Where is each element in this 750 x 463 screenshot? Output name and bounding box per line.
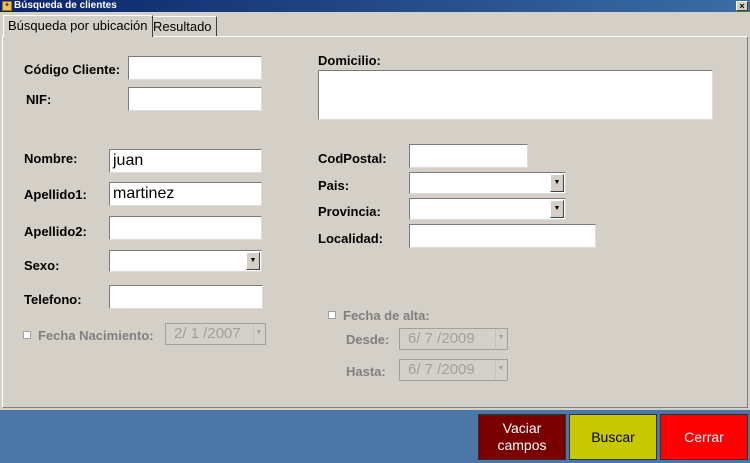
fecha-nacimiento-label: Fecha Nacimiento: <box>38 328 154 343</box>
chevron-down-icon[interactable]: ▼ <box>550 174 564 192</box>
desde-label: Desde: <box>346 332 390 347</box>
provincia-label: Provincia: <box>318 204 381 219</box>
provincia-select[interactable]: ▼ <box>409 198 566 220</box>
chevron-down-icon[interactable]: ▼ <box>495 361 506 379</box>
desde-value: 6/ 7 /2009 <box>408 330 475 347</box>
fecha-alta-label: Fecha de alta: <box>343 308 430 323</box>
chevron-down-icon[interactable]: ▼ <box>246 252 260 270</box>
chevron-down-icon[interactable]: ▼ <box>495 330 506 348</box>
cerrar-button[interactable]: Cerrar <box>660 414 748 460</box>
codigo-cliente-input[interactable] <box>128 56 262 80</box>
codigo-cliente-label: Código Cliente: <box>24 62 121 77</box>
apellido2-input[interactable] <box>109 216 262 240</box>
fecha-nacimiento-value: 2/ 1 /2007 <box>174 325 241 342</box>
sexo-label: Sexo: <box>24 258 60 273</box>
fecha-nacimiento-checkbox[interactable] <box>23 331 31 339</box>
tab-busqueda[interactable]: Búsqueda por ubicación <box>3 15 153 37</box>
buscar-label: Buscar <box>591 428 635 445</box>
nombre-input[interactable]: juan <box>109 149 262 173</box>
codpostal-label: CodPostal: <box>318 151 387 166</box>
fecha-alta-checkbox[interactable] <box>328 311 336 319</box>
vaciar-campos-label: Vaciar campos <box>497 420 547 453</box>
localidad-label: Localidad: <box>318 231 384 246</box>
search-panel: Código Cliente: NIF: Nombre: juan Apelli… <box>2 36 748 408</box>
pais-select[interactable]: ▼ <box>409 172 566 194</box>
hasta-label: Hasta: <box>346 364 386 379</box>
hasta-date-picker[interactable]: 6/ 7 /2009 ▼ <box>399 359 508 381</box>
apellido1-input[interactable]: martinez <box>109 182 262 206</box>
close-window-button[interactable]: × <box>736 1 748 11</box>
desde-date-picker[interactable]: 6/ 7 /2009 ▼ <box>399 328 508 350</box>
dialog-body: Búsqueda por ubicación Resultado Código … <box>0 12 750 410</box>
telefono-input[interactable] <box>109 285 263 309</box>
vaciar-campos-button[interactable]: Vaciar campos <box>478 414 566 460</box>
domicilio-textarea[interactable] <box>318 70 713 120</box>
button-bar: Vaciar campos Buscar Cerrar <box>0 410 750 463</box>
nombre-label: Nombre: <box>24 151 78 166</box>
window-title: Búsqueda de clientes <box>14 0 117 11</box>
telefono-label: Telefono: <box>24 292 82 307</box>
apellido2-label: Apellido2: <box>24 224 87 239</box>
domicilio-label: Domicilio: <box>318 53 381 68</box>
hasta-value: 6/ 7 /2009 <box>408 361 475 378</box>
cerrar-label: Cerrar <box>684 428 724 445</box>
buscar-button[interactable]: Buscar <box>569 414 657 460</box>
codpostal-input[interactable] <box>409 144 528 168</box>
apellido1-label: Apellido1: <box>24 187 87 202</box>
fecha-nacimiento-picker[interactable]: 2/ 1 /2007 ▼ <box>165 323 266 345</box>
nif-label: NIF: <box>26 92 52 107</box>
chevron-down-icon[interactable]: ▼ <box>550 200 564 218</box>
tab-resultado[interactable]: Resultado <box>148 16 217 36</box>
app-icon: ✦ <box>2 1 12 11</box>
title-bar: ✦ Búsqueda de clientes × <box>0 0 750 12</box>
sexo-select[interactable]: ▼ <box>109 250 262 272</box>
chevron-down-icon[interactable]: ▼ <box>253 325 264 343</box>
pais-label: Pais: <box>318 178 350 193</box>
nif-input[interactable] <box>128 87 262 111</box>
localidad-input[interactable] <box>409 224 596 248</box>
